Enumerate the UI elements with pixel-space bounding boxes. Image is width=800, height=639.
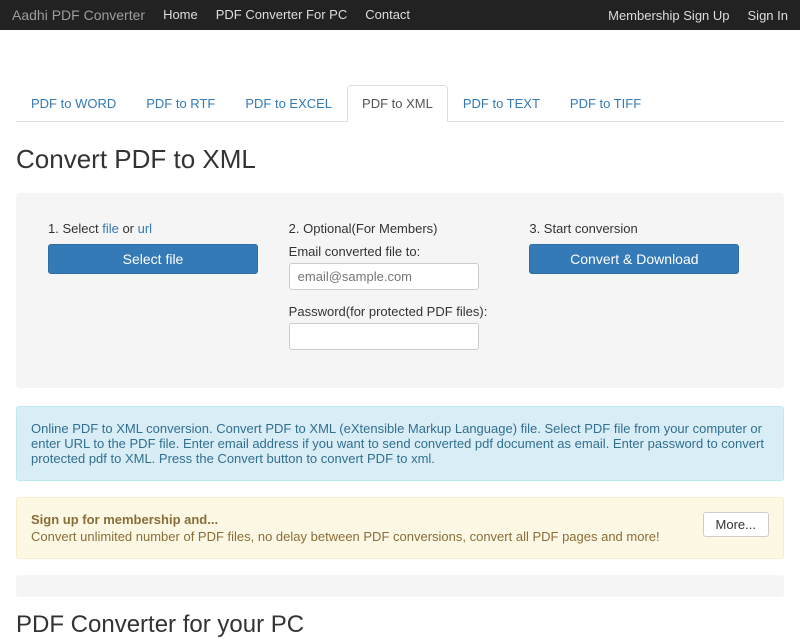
tabs: PDF to WORD PDF to RTF PDF to EXCEL PDF …	[16, 85, 784, 122]
select-file-button[interactable]: Select file	[48, 244, 258, 274]
nav-signin[interactable]: Sign In	[748, 8, 788, 23]
email-label: Email converted file to:	[289, 244, 512, 259]
step3: 3. Start conversion Convert & Download	[529, 221, 752, 360]
conversion-panel: 1. Select file or url Select file 2. Opt…	[16, 193, 784, 388]
tab-pdf-to-text[interactable]: PDF to TEXT	[448, 85, 555, 122]
nav-home[interactable]: Home	[163, 7, 198, 23]
tab-pdf-to-xml[interactable]: PDF to XML	[347, 85, 448, 122]
navbar-right: Membership Sign Up Sign In	[608, 8, 788, 23]
step3-label: 3. Start conversion	[529, 221, 752, 236]
nav-pdf-converter-pc[interactable]: PDF Converter For PC	[216, 7, 347, 23]
step2: 2. Optional(For Members) Email converted…	[289, 221, 512, 360]
password-label: Password(for protected PDF files):	[289, 304, 512, 319]
promo-text: Convert unlimited number of PDF files, n…	[31, 529, 660, 544]
promo-title: Sign up for membership and...	[31, 512, 660, 527]
password-field[interactable]	[289, 323, 479, 350]
tab-pdf-to-tiff[interactable]: PDF to TIFF	[555, 85, 656, 122]
url-link[interactable]: url	[138, 221, 152, 236]
file-link[interactable]: file	[102, 221, 119, 236]
nav-contact[interactable]: Contact	[365, 7, 410, 23]
step1: 1. Select file or url Select file	[48, 221, 271, 360]
more-button[interactable]: More...	[703, 512, 769, 537]
email-field[interactable]	[289, 263, 479, 290]
navbar-brand[interactable]: Aadhi PDF Converter	[12, 7, 145, 23]
nav-membership-signup[interactable]: Membership Sign Up	[608, 8, 729, 23]
tab-pdf-to-excel[interactable]: PDF to EXCEL	[230, 85, 347, 122]
navbar: Aadhi PDF Converter Home PDF Converter F…	[0, 0, 800, 30]
step2-label: 2. Optional(For Members)	[289, 221, 512, 236]
promo-alert: Sign up for membership and... Convert un…	[16, 497, 784, 559]
convert-download-button[interactable]: Convert & Download	[529, 244, 739, 274]
section-divider	[16, 575, 784, 597]
tab-pdf-to-rtf[interactable]: PDF to RTF	[131, 85, 230, 122]
tab-pdf-to-word[interactable]: PDF to WORD	[16, 85, 131, 122]
info-alert: Online PDF to XML conversion. Convert PD…	[16, 406, 784, 481]
page-title: Convert PDF to XML	[16, 144, 784, 175]
navbar-left: Aadhi PDF Converter Home PDF Converter F…	[12, 7, 410, 23]
step1-label: 1. Select file or url	[48, 221, 271, 236]
pc-heading: PDF Converter for your PC	[16, 611, 784, 639]
